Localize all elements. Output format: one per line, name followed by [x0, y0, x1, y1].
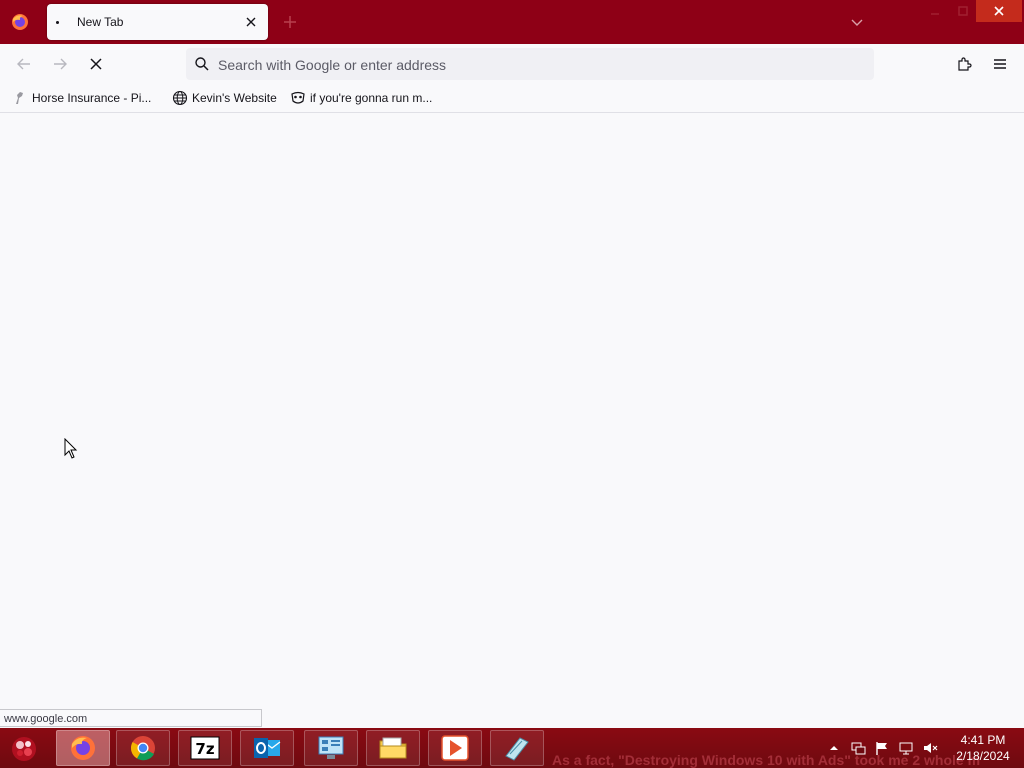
taskbar-control-panel[interactable]	[304, 730, 358, 766]
loading-dot-icon	[56, 21, 59, 24]
taskbar-outlook[interactable]	[240, 730, 294, 766]
bookmark-label: Kevin's Website	[192, 91, 277, 105]
file-explorer-icon	[379, 737, 407, 759]
firefox-menu-icon[interactable]	[8, 10, 32, 34]
tab-new-tab[interactable]: New Tab	[47, 4, 268, 40]
bookmarks-toolbar: Horse Insurance - Pi... Kevin's Website …	[0, 84, 1024, 113]
show-hidden-icons-arrow-icon[interactable]	[826, 740, 842, 756]
notepad-icon	[505, 737, 529, 761]
tab-strip: New Tab	[0, 0, 1024, 44]
tab-close-icon[interactable]	[243, 14, 259, 30]
wallpaper-text-line: As a fact, "Destroying Windows 10 with A…	[552, 752, 981, 768]
firefox-icon	[71, 736, 95, 760]
taskbar-7zip[interactable]: 7z	[178, 730, 232, 766]
bookmark-if-youre-gonna-run[interactable]: if you're gonna run m...	[290, 89, 432, 107]
forward-arrow-icon[interactable]	[48, 52, 72, 76]
network-status-icon[interactable]	[898, 740, 914, 756]
start-orb-icon	[12, 737, 36, 761]
taskbar-media-player[interactable]	[428, 730, 482, 766]
mouse-cursor-icon	[64, 437, 78, 463]
address-bar[interactable]	[186, 48, 874, 80]
bookmark-label: Horse Insurance - Pi...	[32, 91, 152, 105]
page-content[interactable]	[0, 113, 1024, 728]
control-panel-icon	[318, 736, 344, 759]
list-all-tabs-chevron-icon[interactable]	[848, 13, 866, 31]
taskbar-chrome[interactable]	[116, 730, 170, 766]
taskbar-file-explorer[interactable]	[366, 730, 420, 766]
navigation-bar	[0, 44, 1024, 84]
tab-title: New Tab	[77, 15, 124, 29]
action-center-flag-icon[interactable]	[874, 740, 890, 756]
window-close-icon[interactable]	[976, 0, 1022, 22]
window-minimize-icon[interactable]	[920, 0, 950, 22]
clock-date: 2/18/2024	[956, 749, 1010, 763]
system-clock[interactable]: 4:41 PM 2/18/2024	[948, 732, 1018, 764]
clock-time: 4:41 PM	[960, 733, 1006, 747]
new-tab-plus-icon[interactable]	[280, 12, 300, 32]
status-url-panel: www.google.com	[0, 709, 262, 727]
bookmark-kevins-website[interactable]: Kevin's Website	[172, 89, 277, 107]
search-icon	[194, 56, 210, 72]
bookmark-label: if you're gonna run m...	[310, 91, 433, 105]
network-adapter-icon[interactable]	[850, 740, 866, 756]
media-player-icon	[441, 735, 469, 761]
volume-muted-icon[interactable]	[922, 740, 938, 756]
outlook-icon	[254, 738, 281, 758]
stop-loading-icon[interactable]	[84, 52, 108, 76]
extensions-puzzle-icon[interactable]	[952, 52, 976, 76]
taskbar-notepad[interactable]	[490, 730, 544, 766]
svg-text:7z: 7z	[195, 740, 214, 758]
horse-icon	[16, 92, 23, 104]
globe-icon	[172, 90, 188, 106]
window-maximize-icon[interactable]	[950, 0, 976, 22]
taskbar: As a fact, "Destroying Windows 10 with A…	[0, 728, 1024, 768]
back-arrow-icon[interactable]	[12, 52, 36, 76]
7zip-icon: 7z	[190, 736, 220, 760]
start-button[interactable]	[4, 730, 44, 766]
mask-icon	[291, 91, 305, 104]
app-menu-hamburger-icon[interactable]	[988, 52, 1012, 76]
bookmark-horse-insurance[interactable]: Horse Insurance - Pi...	[12, 89, 151, 107]
taskbar-firefox[interactable]	[56, 730, 110, 766]
address-input[interactable]	[216, 52, 860, 78]
chrome-icon	[130, 736, 155, 761]
